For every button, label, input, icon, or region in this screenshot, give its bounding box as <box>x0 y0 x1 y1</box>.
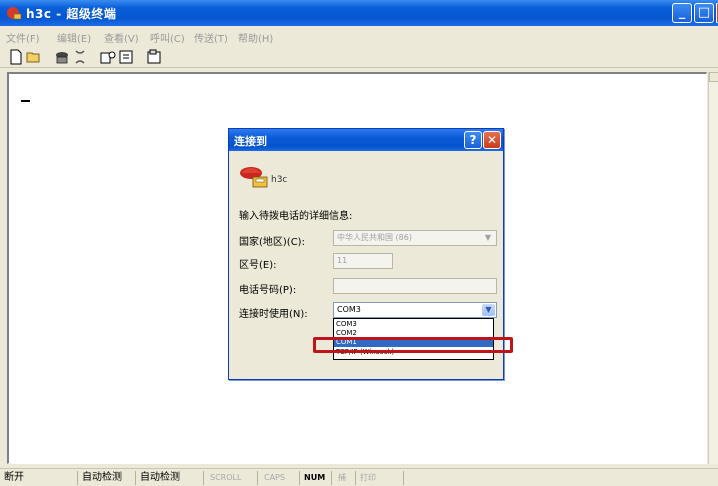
maximize-icon: □ <box>697 5 711 20</box>
properties-icon[interactable] <box>146 49 162 65</box>
telephone-icon <box>240 167 268 188</box>
help-button[interactable]: ? <box>464 131 482 149</box>
hyperterminal-window: h3c - 超级终端 _ □ 文件(F) 编辑(E) 查看(V) 呼叫(C) 传… <box>0 0 718 486</box>
status-num: NUM <box>302 471 332 485</box>
maximize-button[interactable]: □ <box>694 3 714 23</box>
menu-bar: 文件(F) 编辑(E) 查看(V) 呼叫(C) 传送(T) 帮助(H) <box>0 27 718 45</box>
status-connection: 断开 <box>2 471 78 485</box>
status-bar: 断开 自动检测 自动检测 SCROLL CAPS NUM 捕 打印 <box>0 468 718 486</box>
area-code-value: 11 <box>337 256 348 265</box>
phone-app-icon <box>7 7 22 20</box>
country-select[interactable]: 中华人民共和国 (86) ▼ <box>333 230 497 246</box>
chevron-down-icon: ▼ <box>484 233 492 242</box>
dialog-title: 连接到 <box>234 135 267 148</box>
window-title: h3c - 超级终端 <box>26 7 117 21</box>
dialog-title-bar[interactable]: 连接到 ? ✕ <box>229 129 503 151</box>
phone-number-label: 电话号码(P): <box>239 285 297 296</box>
area-code-label: 区号(E): <box>239 260 277 271</box>
title-bar[interactable]: h3c - 超级终端 _ □ <box>0 0 718 26</box>
country-label: 国家(地区)(C): <box>239 237 305 248</box>
receive-icon[interactable] <box>118 49 134 65</box>
menu-file[interactable]: 文件(F) <box>6 30 40 45</box>
connect-using-select[interactable]: COM3 ▼ <box>333 302 497 318</box>
menu-transfer[interactable]: 传送(T) <box>194 30 228 45</box>
vertical-scrollbar[interactable] <box>708 72 718 464</box>
option-com3[interactable]: COM3 <box>334 320 493 329</box>
send-icon[interactable] <box>100 49 116 65</box>
connection-name: h3c <box>271 175 288 185</box>
chevron-down-icon[interactable]: ▼ <box>482 304 495 316</box>
area-code-input[interactable]: 11 <box>333 253 393 269</box>
minimize-button[interactable]: _ <box>672 3 692 23</box>
disconnect-icon[interactable] <box>72 49 88 65</box>
menu-call[interactable]: 呼叫(C) <box>150 30 185 45</box>
status-caps: CAPS <box>262 471 300 485</box>
menu-help[interactable]: 帮助(H) <box>238 30 273 45</box>
status-detect-2: 自动检测 <box>138 471 204 485</box>
country-value: 中华人民共和国 (86) <box>337 233 412 242</box>
scroll-up-button[interactable] <box>709 72 718 82</box>
status-detect-1: 自动检测 <box>80 471 136 485</box>
new-icon[interactable] <box>8 49 24 65</box>
connect-using-label: 连接时使用(N): <box>239 309 308 320</box>
status-print: 打印 <box>358 471 404 485</box>
connect-icon[interactable] <box>54 49 70 65</box>
status-capture: 捕 <box>336 471 356 485</box>
connect-using-value: COM3 <box>337 305 361 314</box>
menu-view[interactable]: 查看(V) <box>104 30 139 45</box>
dialog-close-button[interactable]: ✕ <box>483 131 501 149</box>
text-cursor <box>21 100 30 102</box>
status-scroll: SCROLL <box>208 471 258 485</box>
details-prompt: 输入待拨电话的详细信息: <box>239 211 353 222</box>
menu-edit[interactable]: 编辑(E) <box>57 30 91 45</box>
phone-number-input[interactable] <box>333 278 497 294</box>
toolbar <box>0 46 718 68</box>
minimize-icon: _ <box>678 5 686 20</box>
help-icon: ? <box>469 133 477 147</box>
open-icon[interactable] <box>26 49 42 65</box>
annotation-highlight <box>313 337 513 353</box>
close-icon: ✕ <box>486 133 498 147</box>
